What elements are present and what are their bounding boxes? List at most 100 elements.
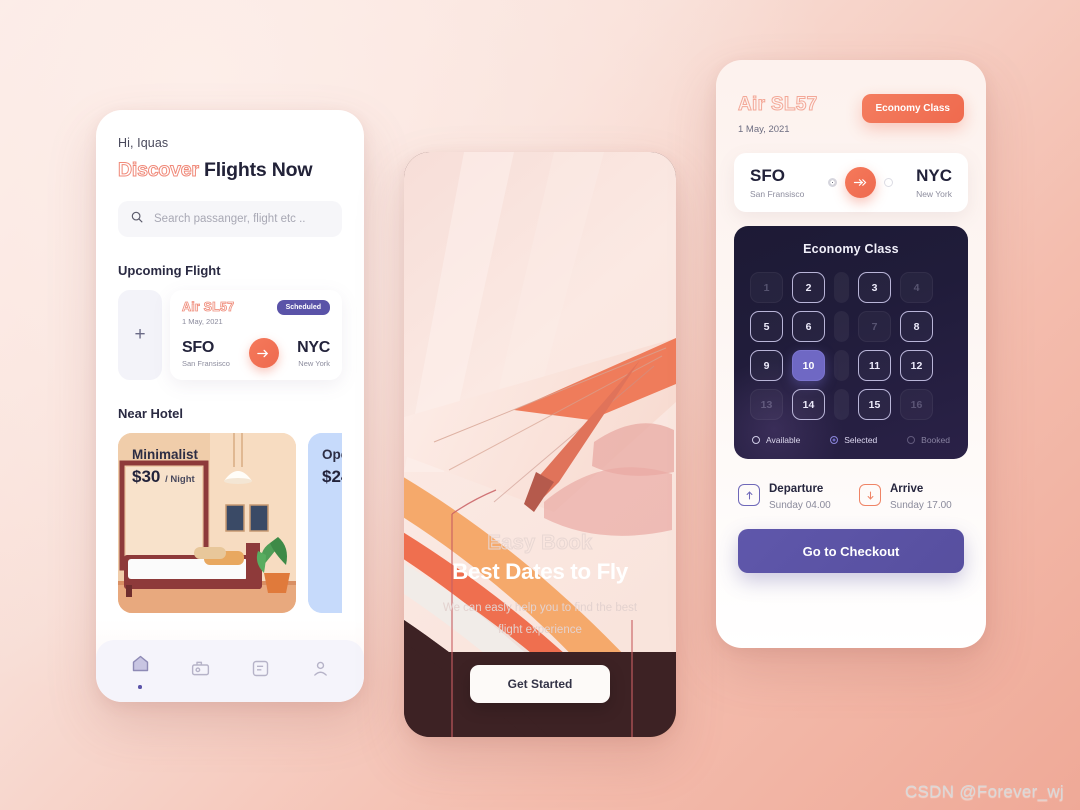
aisle-divider — [834, 311, 849, 342]
onboarding-kicker: Easy Book — [487, 532, 593, 555]
upcoming-flight-row: + Air SL57 1 May, 2021 Scheduled SFO San… — [118, 290, 342, 380]
departure-label: Departure — [769, 483, 824, 495]
ticket-icon — [190, 658, 211, 684]
seat-row: 13 14 15 16 — [750, 389, 952, 420]
destination-city: New York — [298, 358, 330, 368]
nav-item-home[interactable] — [130, 653, 151, 689]
origin-code: SFO — [182, 338, 214, 356]
search-placeholder: Search passanger, flight etc .. — [154, 213, 306, 225]
departure-text: Departure Sunday 04.00 — [769, 479, 831, 511]
aisle-divider — [834, 350, 849, 381]
seat-grid: 1 2 3 4 5 6 7 8 9 10 11 12 13 14 15 16 — [750, 272, 952, 420]
seat-row: 12 34 — [750, 272, 952, 303]
upcoming-flight-title: Upcoming Flight — [118, 263, 221, 278]
seat-5[interactable]: 5 — [750, 311, 783, 342]
legend-booked-label: Booked — [921, 435, 950, 445]
arrive-text: Arrive Sunday 17.00 — [890, 479, 952, 511]
destination-code: NYC — [297, 338, 330, 356]
flight-route: SFO San Fransisco NYC New York — [182, 338, 330, 368]
go-to-checkout-button[interactable]: Go to Checkout — [738, 529, 964, 573]
origin-block: SFO San Fransisco — [750, 166, 804, 199]
flight-card-info: Air SL57 1 May, 2021 — [182, 300, 235, 326]
add-flight-button[interactable]: + — [118, 290, 162, 380]
hotel-card[interactable]: Minimalist $30 / Night — [118, 433, 296, 613]
legend-selected: Selected — [830, 435, 877, 445]
origin-block: SFO San Fransisco — [182, 339, 230, 368]
origin-dot-icon — [827, 178, 837, 187]
flight-times: Departure Sunday 04.00 Arrive Sunday 17.… — [738, 479, 964, 511]
departure-value: Sunday 04.00 — [769, 500, 831, 511]
page-title: Discover Flights Now — [118, 159, 342, 182]
seat-11[interactable]: 11 — [858, 350, 891, 381]
profile-icon — [310, 658, 331, 684]
home-icon — [130, 653, 151, 679]
hotel-price-value: $24 — [322, 467, 342, 486]
seat-row: 56 78 — [750, 311, 952, 342]
arrow-up-icon — [738, 484, 760, 506]
nav-item-profile[interactable] — [310, 658, 331, 684]
hotel-name: Open Hotel — [322, 447, 342, 462]
nav-item-documents[interactable] — [250, 658, 271, 684]
seat-15[interactable]: 15 — [858, 389, 891, 420]
onboarding-screen-phone: Easy Book Best Dates to Fly We can easly… — [404, 152, 676, 737]
seat-map-panel: Economy Class 1 2 3 4 5 6 7 8 9 10 11 12 13 14 15 16 Av… — [734, 226, 968, 459]
legend-booked: Booked — [907, 435, 950, 445]
seat-12[interactable]: 12 — [900, 350, 933, 381]
greeting-text: Hi, Iquas — [118, 136, 169, 150]
home-screen-phone: Hi, Iquas Discover Flights Now Search pa… — [96, 110, 364, 702]
flight-info-block: Air SL57 1 May, 2021 — [738, 94, 818, 136]
plane-direction-icon — [248, 338, 279, 368]
status-badge: Scheduled — [276, 300, 330, 315]
legend-booked-icon — [907, 436, 916, 444]
onboarding-title: Best Dates to Fly — [452, 559, 628, 585]
seat-panel-title: Economy Class — [803, 242, 899, 256]
seat-2[interactable]: 2 — [792, 272, 825, 303]
nav-item-tickets[interactable] — [190, 658, 211, 684]
flight-card[interactable]: Air SL57 1 May, 2021 Scheduled SFO San F… — [170, 290, 342, 380]
seat-10[interactable]: 10 — [792, 350, 825, 381]
seat-7: 7 — [858, 311, 891, 342]
search-input[interactable]: Search passanger, flight etc .. — [118, 201, 342, 237]
economy-class-button[interactable]: Economy Class — [861, 94, 964, 123]
flight-airline: Air SL57 — [738, 94, 818, 116]
seat-16: 16 — [900, 389, 933, 420]
legend-available-label: Available — [766, 435, 801, 445]
origin-code: SFO — [750, 166, 785, 185]
seat-9[interactable]: 9 — [750, 350, 783, 381]
destination-code: NYC — [916, 166, 952, 185]
watermark: CSDN @Forever_wj — [904, 782, 1064, 801]
legend-available: Available — [752, 435, 800, 445]
get-started-button[interactable]: Get Started — [470, 665, 610, 703]
seat-legend: Available Selected Booked — [750, 435, 952, 445]
plane-direction-icon — [844, 167, 876, 198]
destination-city: New York — [916, 189, 952, 199]
hotel-price-value: $30 — [132, 467, 161, 486]
destination-block: NYC New York — [297, 339, 330, 368]
aisle-divider — [834, 389, 849, 420]
flight-date: 1 May, 2021 — [182, 317, 223, 326]
flight-card-header: Air SL57 1 May, 2021 Scheduled — [182, 300, 330, 326]
legend-selected-icon — [830, 436, 839, 444]
flight-date: 1 May, 2021 — [738, 124, 790, 135]
headline-rest: Flights Now — [204, 159, 313, 181]
origin-city: San Fransisco — [750, 189, 805, 199]
legend-selected-label: Selected — [844, 435, 878, 445]
legend-available-icon — [752, 436, 760, 444]
seat-4: 4 — [900, 272, 933, 303]
search-icon — [130, 210, 144, 229]
seat-8[interactable]: 8 — [900, 311, 933, 342]
route-card: SFO San Fransisco NYC New York — [734, 153, 968, 212]
aisle-divider — [834, 272, 849, 303]
arrive-block: Arrive Sunday 17.00 — [859, 479, 964, 511]
seat-row: 9 10 11 12 — [750, 350, 952, 381]
seat-6[interactable]: 6 — [792, 311, 825, 342]
seat-3[interactable]: 3 — [858, 272, 891, 303]
hotel-card[interactable]: Open Hotel $24 / Night — [308, 433, 342, 613]
hotel-list[interactable]: Minimalist $30 / Night Open Hotel $24 — [118, 433, 342, 613]
seat-selection-phone: Air SL57 1 May, 2021 Economy Class SFO S… — [716, 60, 986, 648]
seat-14[interactable]: 14 — [792, 389, 825, 420]
hotel-name: Minimalist — [132, 447, 199, 462]
onboarding-content: Easy Book Best Dates to Fly We can easly… — [404, 532, 676, 737]
hotel-price: $30 / Night — [132, 467, 282, 487]
onboarding-subtitle: We can easly help you to find the best f… — [442, 602, 638, 636]
